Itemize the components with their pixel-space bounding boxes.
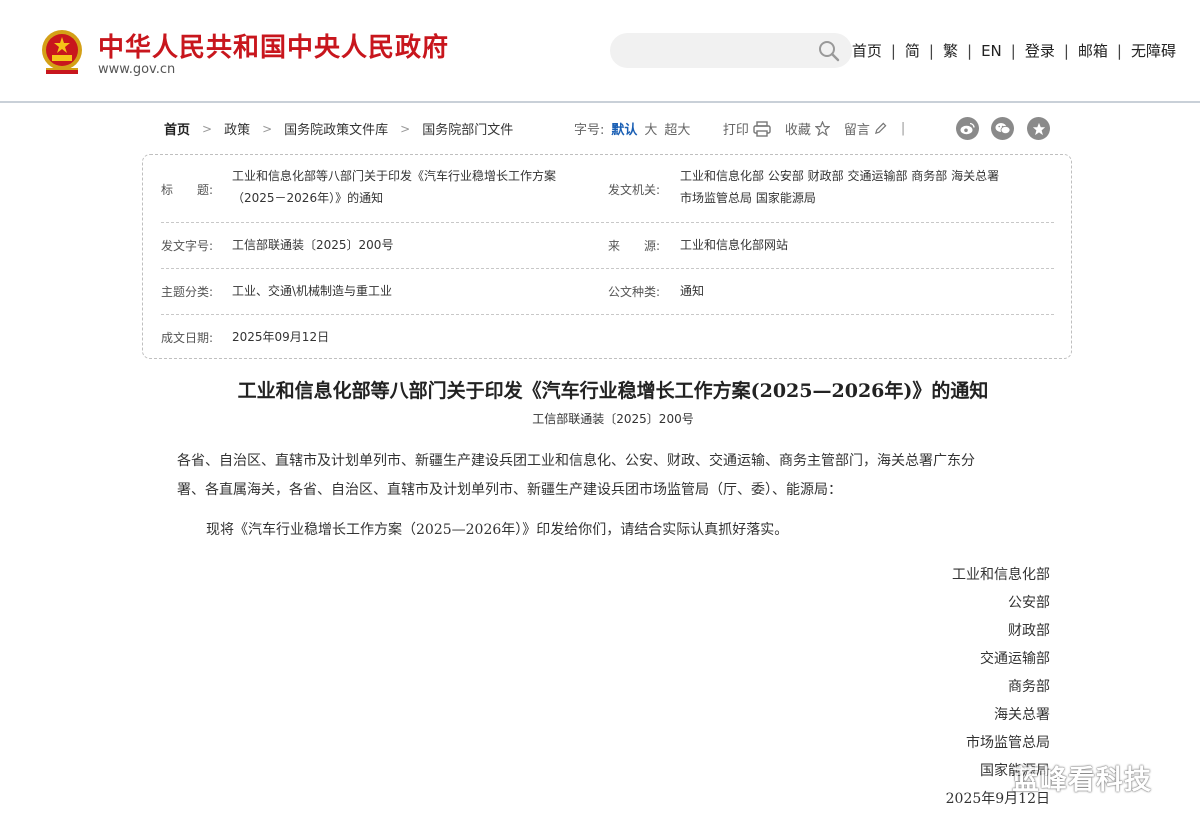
printer-icon [753,120,771,137]
topic-value: 工业、交通\机械制造与重工业 [232,284,393,298]
top-nav: 首页 | 简 | 繁 | EN | 登录 | 邮箱 | 无障碍 [852,40,1176,61]
font-default-button[interactable]: 默认 [611,119,637,138]
nav-accessibility-link[interactable]: 无障碍 [1131,40,1176,61]
breadcrumb-separator: > [262,121,273,136]
signatory: 海关总署 [994,707,1050,723]
nav-separator: | [890,41,896,60]
type-label: 公文种类: [608,285,661,299]
docno-value: 工信部联通装〔2025〕200号 [232,238,394,252]
signatory: 财政部 [1008,623,1050,639]
nav-mail-link[interactable]: 邮箱 [1078,40,1108,61]
addressee-line: 各省、自治区、直辖市及计划单列市、新疆生产建设兵团工业和信息化、公安、财政、交通… [177,453,975,469]
addressee-paragraph: 各省、自治区、直辖市及计划单列市、新疆生产建设兵团工业和信息化、公安、财政、交通… [177,447,1057,505]
breadcrumb-policy[interactable]: 政策 [224,119,250,138]
favorite-label: 收藏 [784,123,811,138]
star-icon [814,121,830,136]
wechat-share-button[interactable] [991,117,1014,140]
nav-traditional-link[interactable]: 繁 [943,40,958,61]
comment-button[interactable]: 留言 [844,119,887,138]
issuer-value-line: 市场监管总局 国家能源局 [680,191,816,205]
nav-home-link[interactable]: 首页 [852,40,882,61]
site-header: 中华人民共和国中央人民政府 www.gov.cn 首页 | 简 | 繁 | EN… [0,0,1200,103]
docno-label: 发文字号: [161,239,214,253]
info-row: 主题分类: 工业、交通\机械制造与重工业 公文种类: 通知 [161,269,1054,315]
national-emblem-icon[interactable] [38,28,86,78]
signatory: 商务部 [1008,679,1050,695]
info-row: 发文字号: 工信部联通装〔2025〕200号 来 源: 工业和信息化部网站 [161,223,1054,269]
font-xlarge-button[interactable]: 超大 [664,119,690,138]
nav-separator: | [928,41,934,60]
qzone-icon [1032,122,1045,135]
title-value-line: （2025－2026年）》的通知 [232,191,384,205]
signatory: 市场监管总局 [966,735,1050,751]
search-icon[interactable] [818,40,840,62]
issuer-value: 工业和信息化部 公安部 财政部 交通运输部 商务部 海关总署 市场监管总局 国家… [680,165,1054,209]
article-tools: 字号: 默认 大 超大 | 打印 收藏 留言 | [574,119,919,138]
document-info-table: 标 题: 工业和信息化部等八部门关于印发《汽车行业稳增长工作方案 （2025－2… [142,154,1072,359]
article-title: 工业和信息化部等八部门关于印发《汽车行业稳增长工作方案(2025—2026年)》… [237,380,989,402]
info-row: 成文日期: 2025年09月12日 [161,315,1054,359]
signatory: 公安部 [1008,595,1050,611]
favorite-button[interactable]: 收藏 [785,119,830,138]
comment-label: 留言 [843,123,870,138]
search-input[interactable] [610,33,852,68]
addressee-line: 署、各直属海关，各省、自治区、直辖市及计划单列市、新疆生产建设兵团市场监管局（厅… [177,482,842,498]
breadcrumb-separator: > [202,121,213,136]
date-value: 2025年09月12日 [232,330,330,344]
article-doc-number: 工信部联通装〔2025〕200号 [532,412,694,426]
breadcrumb: 首页 > 政策 > 国务院政策文件库 > 国务院部门文件 [164,119,513,139]
nav-simplified-link[interactable]: 简 [905,40,920,61]
pencil-icon [874,122,887,135]
nav-english-link[interactable]: EN [981,42,1002,60]
watermark: 蓝峰看科技 [1012,765,1152,796]
nav-separator: | [967,41,973,60]
breadcrumb-department-docs[interactable]: 国务院部门文件 [422,119,513,138]
wechat-icon [995,123,1010,135]
signatory: 交通运输部 [980,651,1050,667]
body-paragraph: 现将《汽车行业稳增长工作方案（2025—2026年）》印发给你们，请结合实际认真… [206,522,789,538]
site-url: www.gov.cn [98,62,176,77]
title-value: 工业和信息化部等八部门关于印发《汽车行业稳增长工作方案 （2025－2026年）… [232,165,602,209]
title-label: 标 题: [161,183,214,197]
weibo-icon [960,122,975,135]
tools-divider: | [900,121,906,136]
topic-label: 主题分类: [161,285,214,299]
source-label: 来 源: [608,239,661,253]
date-label: 成文日期: [161,331,214,345]
nav-separator: | [1010,41,1016,60]
print-button[interactable]: 打印 [723,119,771,138]
breadcrumb-home[interactable]: 首页 [164,119,190,138]
issuer-value-line: 工业和信息化部 公安部 财政部 交通运输部 商务部 海关总署 [680,169,1000,183]
breadcrumb-policy-library[interactable]: 国务院政策文件库 [284,119,388,138]
type-value: 通知 [680,284,705,298]
weibo-share-button[interactable] [956,117,979,140]
print-label: 打印 [722,123,749,138]
nav-separator: | [1116,41,1122,60]
nav-login-link[interactable]: 登录 [1025,40,1055,61]
issuer-label: 发文机关: [608,183,661,197]
font-large-button[interactable]: 大 [644,119,657,138]
qzone-share-button[interactable] [1027,117,1050,140]
font-size-label: 字号: [574,123,605,138]
title-value-line: 工业和信息化部等八部门关于印发《汽车行业稳增长工作方案 [232,169,557,183]
breadcrumb-separator: > [400,121,411,136]
signatory: 工业和信息化部 [952,567,1050,583]
nav-separator: | [1063,41,1069,60]
info-row: 标 题: 工业和信息化部等八部门关于印发《汽车行业稳增长工作方案 （2025－2… [161,155,1054,223]
site-title[interactable]: 中华人民共和国中央人民政府 [98,27,449,64]
source-value: 工业和信息化部网站 [680,238,789,252]
